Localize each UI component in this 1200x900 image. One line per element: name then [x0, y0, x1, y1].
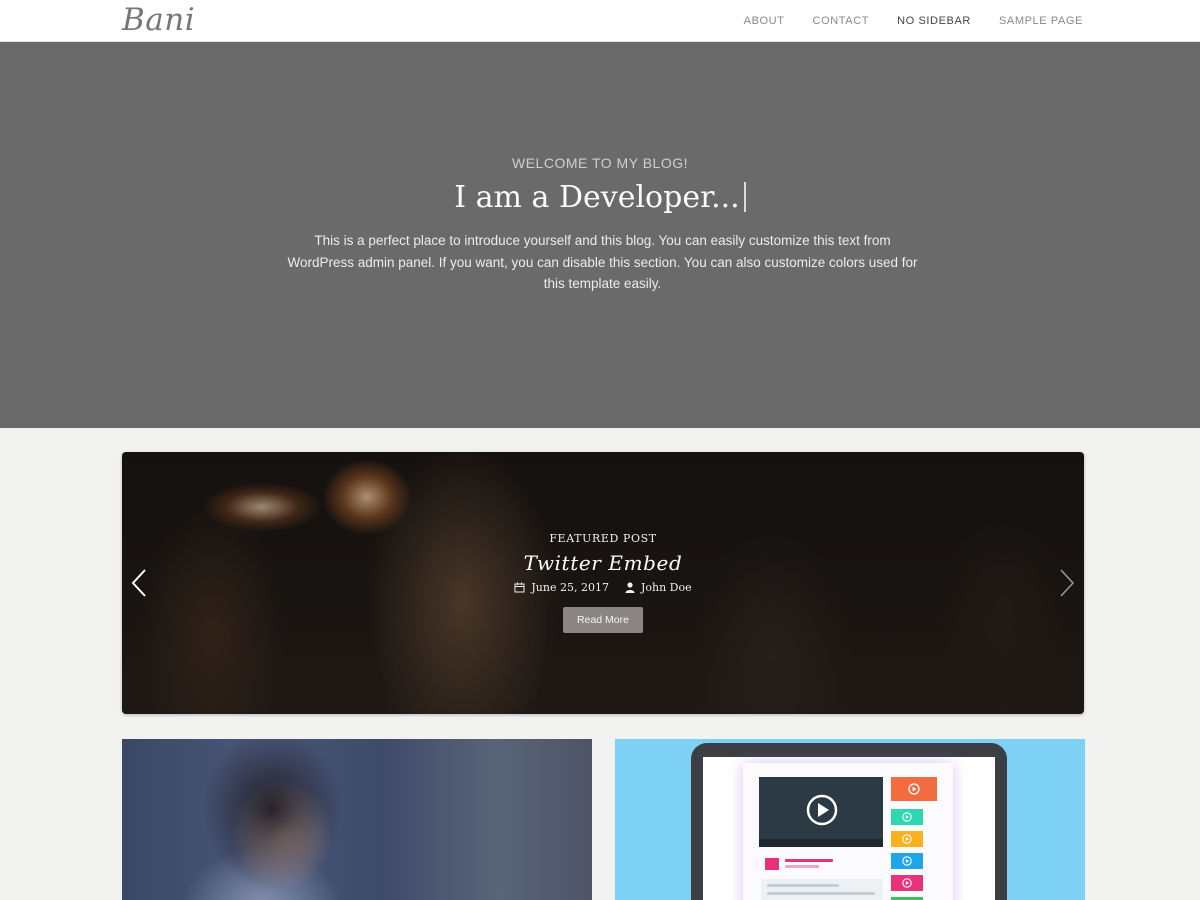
hero-section: WELCOME TO MY BLOG! I am a Developer... …: [0, 42, 1200, 428]
main-nav: ABOUT CONTACT NO SIDEBAR SAMPLE PAGE: [744, 0, 1083, 42]
video-thumb-teal: [891, 809, 923, 825]
nav-item-about[interactable]: ABOUT: [744, 15, 785, 27]
post-date: June 25, 2017: [514, 581, 609, 594]
channel-avatar: [765, 858, 779, 870]
site-header: Bani ABOUT CONTACT NO SIDEBAR SAMPLE PAG…: [0, 0, 1200, 42]
tablet-illustration: [691, 743, 1007, 900]
hero-title: I am a Developer...: [0, 180, 1200, 215]
hero-description: This is a perfect place to introduce you…: [287, 233, 918, 291]
post-card-image[interactable]: [122, 739, 592, 900]
video-app-mockup: [743, 763, 953, 900]
description-block: [761, 879, 883, 900]
featured-post-label: FEATURED POST: [549, 532, 657, 545]
hero-title-text: I am a Developer...: [454, 180, 740, 215]
nav-item-no-sidebar[interactable]: NO SIDEBAR: [897, 15, 971, 27]
featured-post-meta: June 25, 2017 John Doe: [122, 581, 1084, 594]
read-more-button[interactable]: Read More: [563, 607, 643, 633]
video-thumb-yellow: [891, 831, 923, 847]
post-author: John Doe: [625, 581, 692, 594]
nav-item-sample-page[interactable]: SAMPLE PAGE: [999, 15, 1083, 27]
nav-item-contact[interactable]: CONTACT: [813, 15, 870, 27]
hero-kicker: WELCOME TO MY BLOG!: [512, 155, 688, 171]
video-player: [759, 777, 883, 847]
description-line: [767, 884, 839, 887]
post-author-text[interactable]: John Doe: [641, 581, 692, 594]
featured-slider: FEATURED POST Twitter Embed June 25, 201…: [122, 452, 1084, 714]
play-icon: [806, 794, 838, 826]
description-line: [767, 892, 875, 895]
video-title-line: [785, 859, 833, 862]
featured-post-title[interactable]: Twitter Embed: [122, 551, 1084, 575]
video-subtitle-line: [785, 865, 819, 868]
post-date-text[interactable]: June 25, 2017: [531, 581, 609, 594]
video-controls-bar: [759, 839, 883, 847]
user-icon: [625, 582, 635, 593]
video-thumb-pink: [891, 875, 923, 891]
video-thumb-blue: [891, 853, 923, 869]
typing-caret: [743, 182, 746, 212]
site-logo[interactable]: Bani: [122, 2, 195, 38]
post-card-illustration[interactable]: [615, 739, 1085, 900]
tablet-screen: [703, 757, 995, 900]
calendar-icon: [514, 582, 525, 593]
video-thumb-orange: [891, 777, 937, 801]
